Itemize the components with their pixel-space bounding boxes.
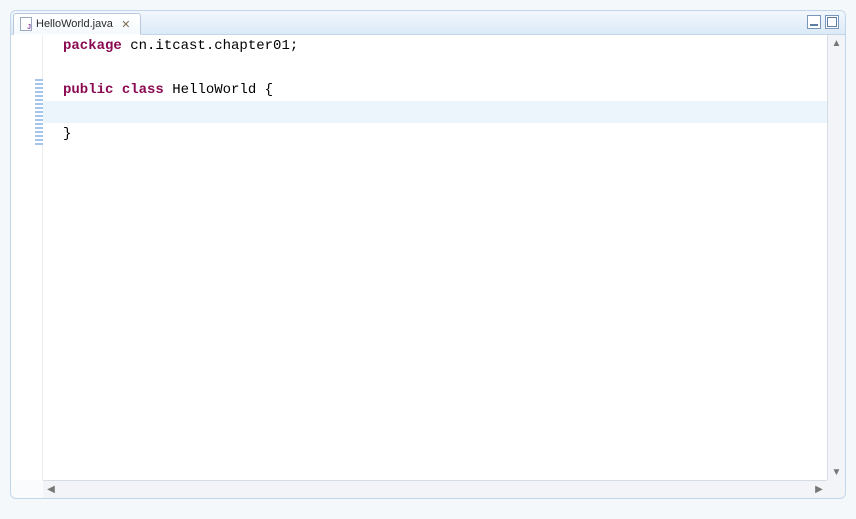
code-line[interactable]: } — [43, 123, 827, 145]
fold-mark[interactable] — [35, 79, 43, 145]
code-area[interactable]: package cn.itcast.chapter01; public class… — [43, 35, 827, 480]
java-file-icon — [20, 17, 32, 31]
editor-body: package cn.itcast.chapter01; public class… — [11, 35, 845, 480]
scroll-down-button[interactable]: ▼ — [829, 464, 845, 480]
text-token: HelloWorld { — [164, 82, 273, 98]
text-token: } — [63, 126, 71, 142]
keyword-token: package — [63, 38, 122, 54]
scroll-right-button[interactable]: ▶ — [811, 482, 827, 498]
tab-bar: HelloWorld.java ✕ — [11, 11, 845, 35]
code-line[interactable] — [43, 57, 827, 79]
tab-helloworld[interactable]: HelloWorld.java ✕ — [13, 13, 141, 35]
gutter-corner — [11, 480, 43, 498]
code-line[interactable] — [43, 101, 827, 123]
editor-panel: HelloWorld.java ✕ package cn.itcast.chap… — [10, 10, 846, 499]
gutter — [11, 35, 43, 480]
keyword-token: class — [122, 82, 164, 98]
close-tab-icon[interactable]: ✕ — [120, 18, 132, 30]
text-token — [63, 104, 130, 120]
minimize-view-button[interactable] — [807, 15, 821, 29]
horizontal-scrollbar[interactable]: ◀ ▶ — [43, 480, 827, 498]
code-line[interactable]: package cn.itcast.chapter01; — [43, 35, 827, 57]
code-line[interactable]: public class HelloWorld { — [43, 79, 827, 101]
view-controls — [807, 15, 839, 29]
scroll-up-button[interactable]: ▲ — [829, 35, 845, 51]
vertical-scrollbar[interactable]: ▲ ▼ — [827, 35, 845, 480]
maximize-view-button[interactable] — [825, 15, 839, 29]
text-token — [113, 82, 121, 98]
scroll-corner — [827, 480, 845, 498]
scroll-left-button[interactable]: ◀ — [43, 482, 59, 498]
tab-filename: HelloWorld.java — [36, 18, 113, 30]
keyword-token: public — [63, 82, 113, 98]
bottom-scroll-row: ◀ ▶ — [11, 480, 845, 498]
text-token: cn.itcast.chapter01; — [122, 38, 298, 54]
